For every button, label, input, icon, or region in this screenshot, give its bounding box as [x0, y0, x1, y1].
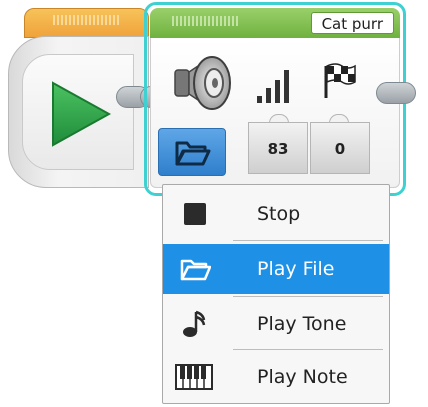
music-note-icon [183, 310, 206, 337]
selection-outline [144, 2, 406, 196]
mode-menu: Stop Play File Play Tone Play Note [162, 184, 390, 404]
menu-item-play-note[interactable]: Play Note [163, 352, 389, 402]
start-block-header [24, 8, 149, 38]
start-block-face[interactable] [22, 54, 134, 170]
menu-item-label: Stop [257, 203, 301, 225]
piano-keys-icon [175, 364, 213, 390]
menu-item-play-file[interactable]: Play File [163, 244, 389, 294]
menu-item-label: Play File [257, 258, 335, 280]
sequence-out-connector-right[interactable] [376, 82, 416, 104]
menu-item-label: Play Note [257, 366, 348, 388]
sound-block[interactable]: Cat purr 83 0 [144, 2, 412, 200]
menu-item-play-tone[interactable]: Play Tone [163, 299, 389, 349]
menu-divider [233, 240, 383, 241]
menu-divider [233, 349, 383, 350]
menu-item-label: Play Tone [257, 313, 347, 335]
play-icon [52, 81, 112, 147]
menu-item-stop[interactable]: Stop [163, 189, 389, 239]
stop-square-icon [184, 203, 206, 225]
menu-divider [233, 296, 383, 297]
folder-icon [180, 259, 211, 281]
